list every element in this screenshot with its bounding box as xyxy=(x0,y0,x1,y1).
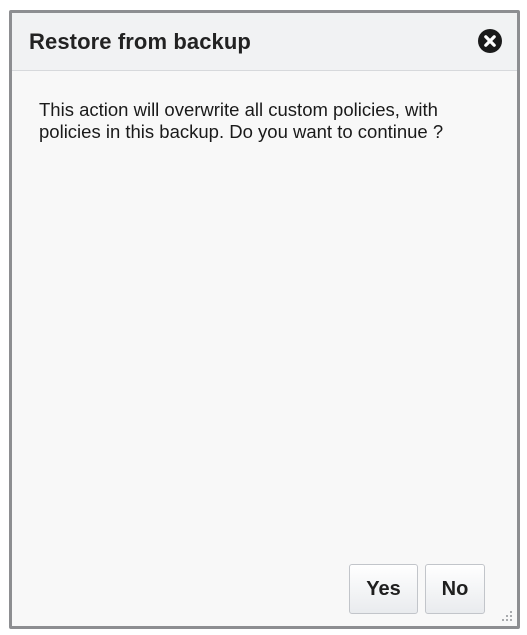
dialog-message: This action will overwrite all custom po… xyxy=(39,99,444,142)
restore-dialog: Restore from backup This action will ove… xyxy=(9,10,520,629)
no-button[interactable]: No xyxy=(425,564,485,614)
yes-button[interactable]: Yes xyxy=(349,564,418,614)
dialog-header: Restore from backup xyxy=(12,13,517,71)
close-button[interactable] xyxy=(478,29,502,53)
dialog-title: Restore from backup xyxy=(29,29,251,54)
close-icon xyxy=(484,35,496,47)
resize-grip-icon[interactable] xyxy=(501,610,513,622)
